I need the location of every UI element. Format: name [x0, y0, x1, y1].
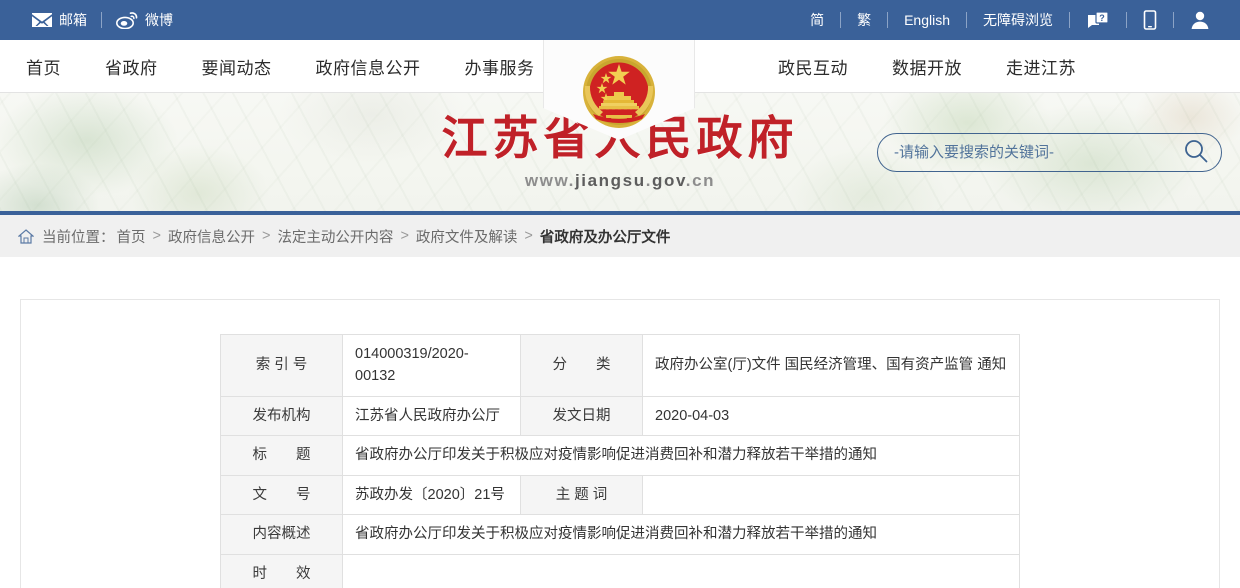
- meta-label-index-number: 索 引 号: [221, 335, 343, 397]
- mail-label: 邮箱: [59, 0, 87, 40]
- svg-text:?: ?: [1099, 13, 1105, 23]
- meta-label-document-number: 文 号: [221, 475, 343, 514]
- meta-label-issue-date: 发文日期: [521, 396, 643, 435]
- breadcrumb-separator: >: [153, 228, 161, 244]
- breadcrumb-separator: >: [262, 228, 270, 244]
- breadcrumb-item-2[interactable]: 政府信息公开: [168, 226, 255, 247]
- document-panel: 索 引 号 014000319/2020-00132 分 类 政府办公室(厅)文…: [20, 299, 1220, 588]
- nav-item-home[interactable]: 首页: [4, 54, 83, 79]
- breadcrumb-item-1[interactable]: 首页: [117, 226, 146, 247]
- breadcrumb-separator: >: [400, 228, 408, 244]
- mail-icon: [32, 13, 52, 28]
- nav-item-services[interactable]: 办事服务: [443, 54, 557, 79]
- table-row: 发布机构 江苏省人民政府办公厅 发文日期 2020-04-03: [221, 396, 1020, 435]
- table-row: 索 引 号 014000319/2020-00132 分 类 政府办公室(厅)文…: [221, 335, 1020, 397]
- topbar-right-group: 简 繁 English 无障碍浏览 ?: [794, 0, 1226, 40]
- search-box[interactable]: [877, 133, 1222, 172]
- url-domain: jiangsu: [575, 171, 646, 190]
- search-input[interactable]: [878, 144, 1171, 161]
- mail-link[interactable]: 邮箱: [18, 0, 101, 40]
- weibo-label: 微博: [145, 0, 173, 40]
- accessibility-link[interactable]: 无障碍浏览: [967, 10, 1069, 30]
- home-icon[interactable]: [18, 229, 34, 244]
- breadcrumb-item-3[interactable]: 法定主动公开内容: [277, 226, 393, 247]
- table-row: 内容概述 省政府办公厅印发关于积极应对疫情影响促进消费回补和潜力释放若干举措的通…: [221, 515, 1020, 554]
- lang-simplified-link[interactable]: 简: [794, 10, 840, 30]
- meta-label-issuing-agency: 发布机构: [221, 396, 343, 435]
- user-icon[interactable]: [1174, 10, 1226, 30]
- mobile-icon[interactable]: [1127, 10, 1173, 30]
- nav-item-provincial-government[interactable]: 省政府: [83, 54, 180, 79]
- meta-value-category: 政府办公室(厅)文件 国民经济管理、国有资产监管 通知: [643, 335, 1020, 397]
- url-suffix: .cn: [686, 171, 715, 190]
- lang-traditional-link[interactable]: 繁: [841, 10, 887, 30]
- meta-label-keywords: 主 题 词: [521, 475, 643, 514]
- weibo-link[interactable]: 微博: [102, 0, 187, 40]
- weibo-icon: [116, 12, 138, 29]
- meta-value-validity: [343, 554, 1020, 588]
- meta-value-index-number: 014000319/2020-00132: [343, 335, 521, 397]
- breadcrumb-label: 当前位置：: [42, 226, 115, 247]
- meta-value-document-number: 苏政办发〔2020〕21号: [343, 475, 521, 514]
- search-button[interactable]: [1171, 134, 1221, 171]
- url-prefix: www.: [525, 171, 575, 190]
- meta-value-issue-date: 2020-04-03: [643, 396, 1020, 435]
- breadcrumb-item-4[interactable]: 政府文件及解读: [416, 226, 518, 247]
- meta-value-keywords: [643, 475, 1020, 514]
- table-row: 文 号 苏政办发〔2020〕21号 主 题 词: [221, 475, 1020, 514]
- meta-value-summary: 省政府办公厅印发关于积极应对疫情影响促进消费回补和潜力释放若干举措的通知: [343, 515, 1020, 554]
- meta-label-category: 分 类: [521, 335, 643, 397]
- search-icon: [1183, 138, 1209, 167]
- top-utility-bar: 邮箱 微博 简 繁 English 无障碍浏览: [0, 0, 1240, 40]
- breadcrumb: 当前位置： 首页 > 政府信息公开 > 法定主动公开内容 > 政府文件及解读 >…: [0, 215, 1240, 257]
- nav-item-about-jiangsu[interactable]: 走进江苏: [984, 54, 1098, 79]
- document-meta-table: 索 引 号 014000319/2020-00132 分 类 政府办公室(厅)文…: [220, 334, 1020, 588]
- topbar-left-group: 邮箱 微博: [18, 0, 187, 40]
- lang-english-link[interactable]: English: [888, 12, 966, 28]
- help-icon[interactable]: ?: [1070, 11, 1126, 30]
- site-url: www.jiangsu.gov.cn: [0, 171, 1240, 191]
- nav-left-group: 首页 省政府 要闻动态 政府信息公开 办事服务: [4, 54, 557, 79]
- table-row: 时 效: [221, 554, 1020, 588]
- table-row: 标 题 省政府办公厅印发关于积极应对疫情影响促进消费回补和潜力释放若干举措的通知: [221, 436, 1020, 475]
- breadcrumb-separator: >: [524, 228, 532, 244]
- breadcrumb-current: 省政府及办公厅文件: [540, 226, 671, 247]
- meta-label-validity: 时 效: [221, 554, 343, 588]
- meta-value-issuing-agency: 江苏省人民政府办公厅: [343, 396, 521, 435]
- nav-item-open-data[interactable]: 数据开放: [870, 54, 984, 79]
- national-emblem-icon: [556, 48, 682, 134]
- url-gov: gov: [652, 171, 686, 190]
- nav-right-group: 政民互动 数据开放 走进江苏: [756, 54, 1098, 79]
- content-wrapper: 索 引 号 014000319/2020-00132 分 类 政府办公室(厅)文…: [0, 257, 1240, 588]
- nav-item-news[interactable]: 要闻动态: [180, 54, 294, 79]
- meta-value-title: 省政府办公厅印发关于积极应对疫情影响促进消费回补和潜力释放若干举措的通知: [343, 436, 1020, 475]
- nav-item-government-information-disclosure[interactable]: 政府信息公开: [294, 54, 443, 79]
- meta-label-summary: 内容概述: [221, 515, 343, 554]
- main-navigation: 首页 省政府 要闻动态 政府信息公开 办事服务 政民互动 数据开放 走进江苏: [0, 40, 1240, 93]
- meta-label-title: 标 题: [221, 436, 343, 475]
- nav-item-government-public-interaction[interactable]: 政民互动: [756, 54, 870, 79]
